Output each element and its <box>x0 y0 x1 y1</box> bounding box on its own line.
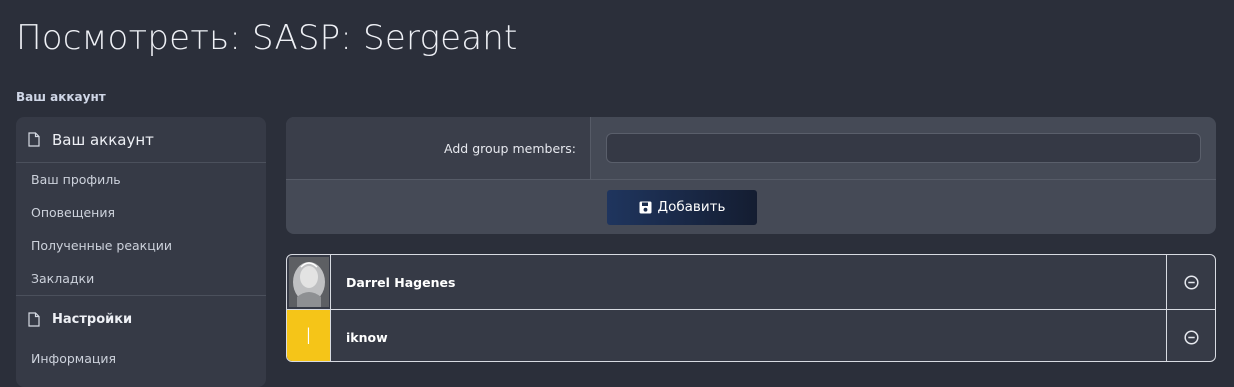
account-sidebar: Ваш аккаунт Ваш профиль Оповещения Получ… <box>16 117 266 387</box>
remove-member-button[interactable] <box>1166 310 1215 361</box>
sidebar-item-bookmarks[interactable]: Закладки <box>16 262 266 295</box>
page-title: Посмотреть: SASP: Sergeant <box>16 18 518 58</box>
member-name[interactable]: Darrel Hagenes <box>331 255 1166 309</box>
document-icon <box>28 311 40 327</box>
list-item: Darrel Hagenes <box>287 255 1215 309</box>
add-button-label: Добавить <box>657 199 726 215</box>
save-icon <box>639 201 652 213</box>
members-list: Darrel Hagenes I iknow <box>286 254 1216 362</box>
sidebar-settings-label: Настройки <box>52 311 133 327</box>
remove-member-button[interactable] <box>1166 255 1215 309</box>
avatar[interactable]: I <box>287 310 330 361</box>
member-name[interactable]: iknow <box>331 310 1166 361</box>
sidebar-item-information[interactable]: Информация <box>16 342 266 375</box>
document-icon <box>28 132 40 147</box>
add-members-input[interactable] <box>606 133 1201 163</box>
avatar[interactable] <box>288 257 329 307</box>
add-members-form: Add group members: Добавить <box>286 117 1216 234</box>
add-members-label: Add group members: <box>286 117 591 179</box>
section-label: Ваш аккаунт <box>16 90 106 104</box>
sidebar-item-alerts[interactable]: Оповещения <box>16 196 266 229</box>
list-item: I iknow <box>287 309 1215 361</box>
minus-circle-icon <box>1183 274 1199 290</box>
sidebar-header-label: Ваш аккаунт <box>52 130 154 149</box>
sidebar-item-reactions[interactable]: Полученные реакции <box>16 229 266 262</box>
sidebar-header-account[interactable]: Ваш аккаунт <box>16 117 266 163</box>
add-button[interactable]: Добавить <box>607 189 757 225</box>
minus-circle-icon <box>1183 329 1199 345</box>
sidebar-item-profile[interactable]: Ваш профиль <box>16 163 266 196</box>
sidebar-header-settings[interactable]: Настройки <box>16 295 266 342</box>
